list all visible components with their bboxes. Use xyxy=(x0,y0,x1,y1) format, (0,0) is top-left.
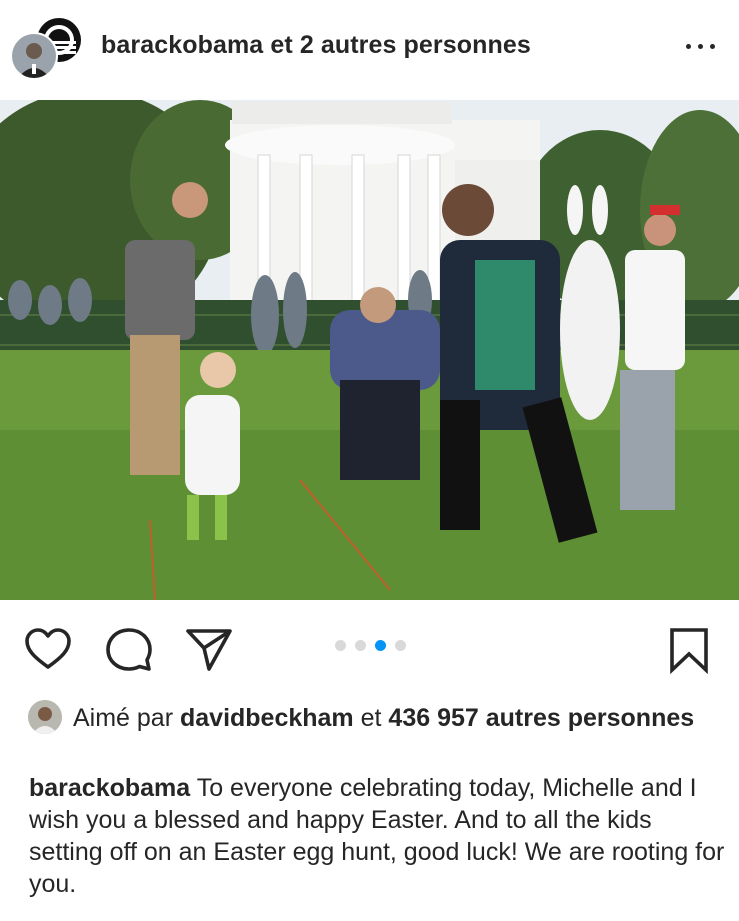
liked-by-avatar[interactable] xyxy=(28,700,62,734)
likes-text[interactable]: Aimé par davidbeckham et 436 957 autres … xyxy=(73,702,713,734)
send-icon xyxy=(186,629,232,671)
like-button[interactable] xyxy=(24,626,72,674)
more-horizontal-icon xyxy=(686,44,691,49)
bookmark-icon xyxy=(670,628,708,675)
post-header: barackobama et 2 autres personnes xyxy=(0,0,739,100)
caption-username[interactable]: barackobama xyxy=(29,774,190,802)
post-photo[interactable] xyxy=(0,100,739,600)
likes-count[interactable]: 436 957 autres personnes xyxy=(388,704,694,732)
heart-icon xyxy=(25,628,71,669)
liked-by-username[interactable]: davidbeckham xyxy=(180,704,354,732)
coauthors-text[interactable]: et 2 autres personnes xyxy=(263,31,531,59)
author-avatar[interactable] xyxy=(10,32,58,80)
carousel-dot-active xyxy=(375,640,386,651)
author-username[interactable]: barackobama xyxy=(101,31,263,59)
author-avatars[interactable] xyxy=(10,14,85,82)
carousel-dot xyxy=(335,640,346,651)
author-usernames[interactable]: barackobama et 2 autres personnes xyxy=(101,31,531,60)
carousel-dot xyxy=(355,640,366,651)
share-button[interactable] xyxy=(185,626,233,674)
liked-by-prefix: Aimé par xyxy=(73,704,180,732)
carousel-dot xyxy=(395,640,406,651)
post-actions xyxy=(0,600,739,690)
comment-icon xyxy=(106,628,152,671)
post-caption: barackobama To everyone celebrating toda… xyxy=(29,772,729,900)
comment-button[interactable] xyxy=(105,626,153,674)
liked-by-middle: et xyxy=(353,704,389,732)
more-options-button[interactable] xyxy=(684,36,720,56)
save-button[interactable] xyxy=(665,626,713,675)
